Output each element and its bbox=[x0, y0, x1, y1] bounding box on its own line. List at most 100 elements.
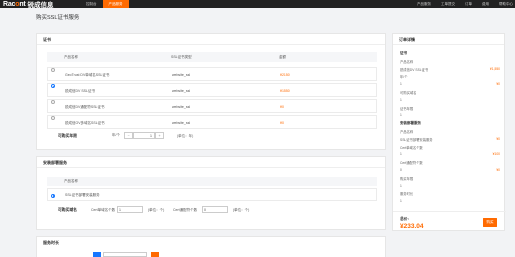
col-ssl-type: SSL证书类型 bbox=[171, 55, 192, 59]
row-price: ¥0 bbox=[280, 105, 284, 109]
order-line-amount: ¥100 bbox=[492, 152, 500, 157]
order-line: 0 ¥0 bbox=[400, 168, 500, 172]
order-line-text: 1 bbox=[400, 113, 402, 118]
install-domain-row: 可购买域名 Cert单域名个数 1 (单位：个) Cert通配符个数 0 (单位… bbox=[47, 204, 377, 216]
table-row[interactable]: 锐成信DV通配符SSL证书 website_ssl ¥0 bbox=[47, 99, 377, 113]
row-radio[interactable] bbox=[51, 68, 55, 72]
order-line-text: SSL证书部署安装服务 bbox=[400, 137, 433, 142]
order-line: 1 bbox=[400, 184, 500, 188]
row-price: ¥1550 bbox=[280, 89, 290, 93]
duration-input[interactable] bbox=[103, 252, 147, 257]
total-amount: ¥233.04 bbox=[400, 223, 424, 230]
nav-products[interactable]: 产品服务 bbox=[102, 0, 129, 8]
order-line-amount: ¥0 bbox=[496, 136, 500, 141]
order-line-text: Cert通配符个数 bbox=[400, 161, 423, 166]
order-line-amount: ¥0 bbox=[496, 82, 500, 87]
col-price: 金额 bbox=[279, 55, 286, 59]
row-name: GeoTrust DV单域名SSL证书 bbox=[65, 73, 110, 77]
logo[interactable]: Racont 锐成信息 bbox=[3, 0, 54, 10]
row-type: website_ssl bbox=[172, 105, 191, 109]
period-value-input[interactable]: 1 bbox=[132, 132, 155, 139]
row-type: website_ssl bbox=[172, 89, 191, 93]
order-line-text: 1 bbox=[400, 97, 402, 102]
cert-panel: 证书 产品名称 SSL证书类型 金额 GeoTrust DV单域名SSL证书 w… bbox=[36, 33, 386, 150]
order-line: 产品名称 bbox=[400, 59, 500, 64]
install-radio-selected[interactable] bbox=[51, 193, 55, 198]
order-line-amount: ¥1,550 bbox=[489, 66, 500, 71]
order-line-text: 1 bbox=[400, 152, 402, 157]
field1-note: (单位：个) bbox=[148, 208, 165, 212]
row-radio[interactable] bbox=[51, 100, 55, 104]
period-minus-button[interactable]: − bbox=[123, 132, 133, 139]
order-line: 1 bbox=[400, 199, 500, 203]
order-line: 1 ¥0 bbox=[400, 82, 500, 86]
field1-input[interactable]: 1 bbox=[117, 206, 143, 213]
order-line: Cert单域名个数 bbox=[400, 145, 500, 150]
order-title: 订单详情 bbox=[393, 34, 504, 45]
logo-wordmark: Racont bbox=[3, 0, 26, 8]
col-product-name: 产品名称 bbox=[64, 179, 78, 183]
logo-cn: 锐成信息 bbox=[27, 2, 54, 9]
top-link-orders[interactable]: 订单 bbox=[465, 2, 472, 7]
row-radio-selected[interactable] bbox=[51, 84, 55, 88]
top-nav: 控制台 产品服务 bbox=[80, 0, 129, 8]
order-line-text: 产品名称 bbox=[400, 59, 414, 64]
order-line-text: 证书年限 bbox=[400, 106, 414, 111]
top-link-ticket[interactable]: 工单提交 bbox=[441, 2, 455, 7]
order-line: 安装部署服务 bbox=[400, 121, 500, 126]
order-line: 购买年限 bbox=[400, 176, 500, 181]
order-line: 年/个 bbox=[400, 74, 500, 79]
period-plus-button[interactable]: + bbox=[154, 132, 164, 139]
period-stepper: 年/个 − 1 + bbox=[112, 132, 164, 139]
order-summary-panel: 订单详情 证书 产品名称 锐成信DV SSL证书 ¥1,550 年/个 1 ¥0 可购买域名 1… bbox=[392, 33, 506, 231]
service-duration-panel: 服务时长 bbox=[36, 236, 386, 257]
buy-button[interactable]: 购买 bbox=[483, 218, 497, 227]
install-table-header: 产品名称 bbox=[47, 177, 377, 186]
row-radio[interactable] bbox=[51, 116, 55, 120]
top-link-fees[interactable]: 费用 bbox=[482, 2, 489, 7]
table-row[interactable]: SSL证书部署安装服务 bbox=[47, 188, 377, 201]
field2-note: (单位：个) bbox=[233, 208, 250, 212]
order-line: 产品名称 bbox=[400, 129, 500, 134]
nav-console[interactable]: 控制台 bbox=[80, 0, 103, 8]
field1-label: Cert单域名个数 bbox=[91, 208, 116, 212]
duration-option[interactable] bbox=[151, 252, 159, 257]
field2-input[interactable]: 0 bbox=[202, 206, 228, 213]
order-line: 1 bbox=[400, 113, 500, 117]
install-row-name: SSL证书部署安装服务 bbox=[65, 193, 100, 197]
order-line: 证书 bbox=[400, 51, 500, 56]
row-price: ¥0 bbox=[280, 121, 284, 125]
top-link-products[interactable]: 产品服务 bbox=[417, 2, 431, 7]
order-line-text: 可购买域名 bbox=[400, 91, 417, 95]
row-type: website_ssl bbox=[172, 73, 191, 77]
order-line-text: 购买年限 bbox=[400, 176, 414, 181]
order-line-text: 1 bbox=[400, 199, 402, 204]
install-panel: 安装部署服务 产品名称 SSL证书部署安装服务 可购买域名 Cert单域名个数 … bbox=[36, 156, 386, 230]
col-product-name: 产品名称 bbox=[64, 55, 78, 59]
order-line: 1 bbox=[400, 98, 500, 102]
order-line-text: 证书 bbox=[400, 51, 407, 55]
service-duration-title: 服务时长 bbox=[43, 240, 59, 245]
order-line: 1 ¥100 bbox=[400, 152, 500, 156]
table-row[interactable]: 锐成信DV SSL证书 website_ssl ¥1550 bbox=[47, 83, 377, 97]
install-domain-label: 可购买域名 bbox=[58, 208, 77, 212]
period-unit: 年/个 bbox=[112, 133, 120, 137]
cert-section-title: 证书 bbox=[37, 34, 385, 45]
order-line: Cert通配符个数 bbox=[400, 160, 500, 165]
top-link-help[interactable]: 帮助中心 bbox=[499, 2, 513, 7]
row-name: 锐成信DV通配符SSL证书 bbox=[65, 105, 105, 109]
order-line-text: Cert单域名个数 bbox=[400, 145, 423, 150]
row-name: 锐成信DV SSL证书 bbox=[65, 89, 95, 93]
total-label: 总价: bbox=[400, 217, 409, 221]
period-row: 可购买年限 年/个 − 1 + (单位：年) bbox=[47, 130, 377, 142]
order-line-amount: ¥0 bbox=[496, 168, 500, 172]
order-line: 服务时长 bbox=[400, 191, 500, 196]
order-line-text: 1 bbox=[400, 183, 402, 188]
table-row[interactable]: 锐成信OV多域名SSL证书 website_ssl ¥0 bbox=[47, 115, 377, 129]
order-line: 锐成信DV SSL证书 ¥1,550 bbox=[400, 67, 500, 72]
order-line-text: 服务时长 bbox=[400, 192, 414, 197]
order-line-text: 安装部署服务 bbox=[400, 121, 421, 126]
table-row[interactable]: GeoTrust DV单域名SSL证书 website_ssl ¥2150 bbox=[47, 67, 377, 81]
duration-option-selected[interactable] bbox=[93, 252, 101, 257]
install-section-title: 安装部署服务 bbox=[37, 157, 385, 168]
